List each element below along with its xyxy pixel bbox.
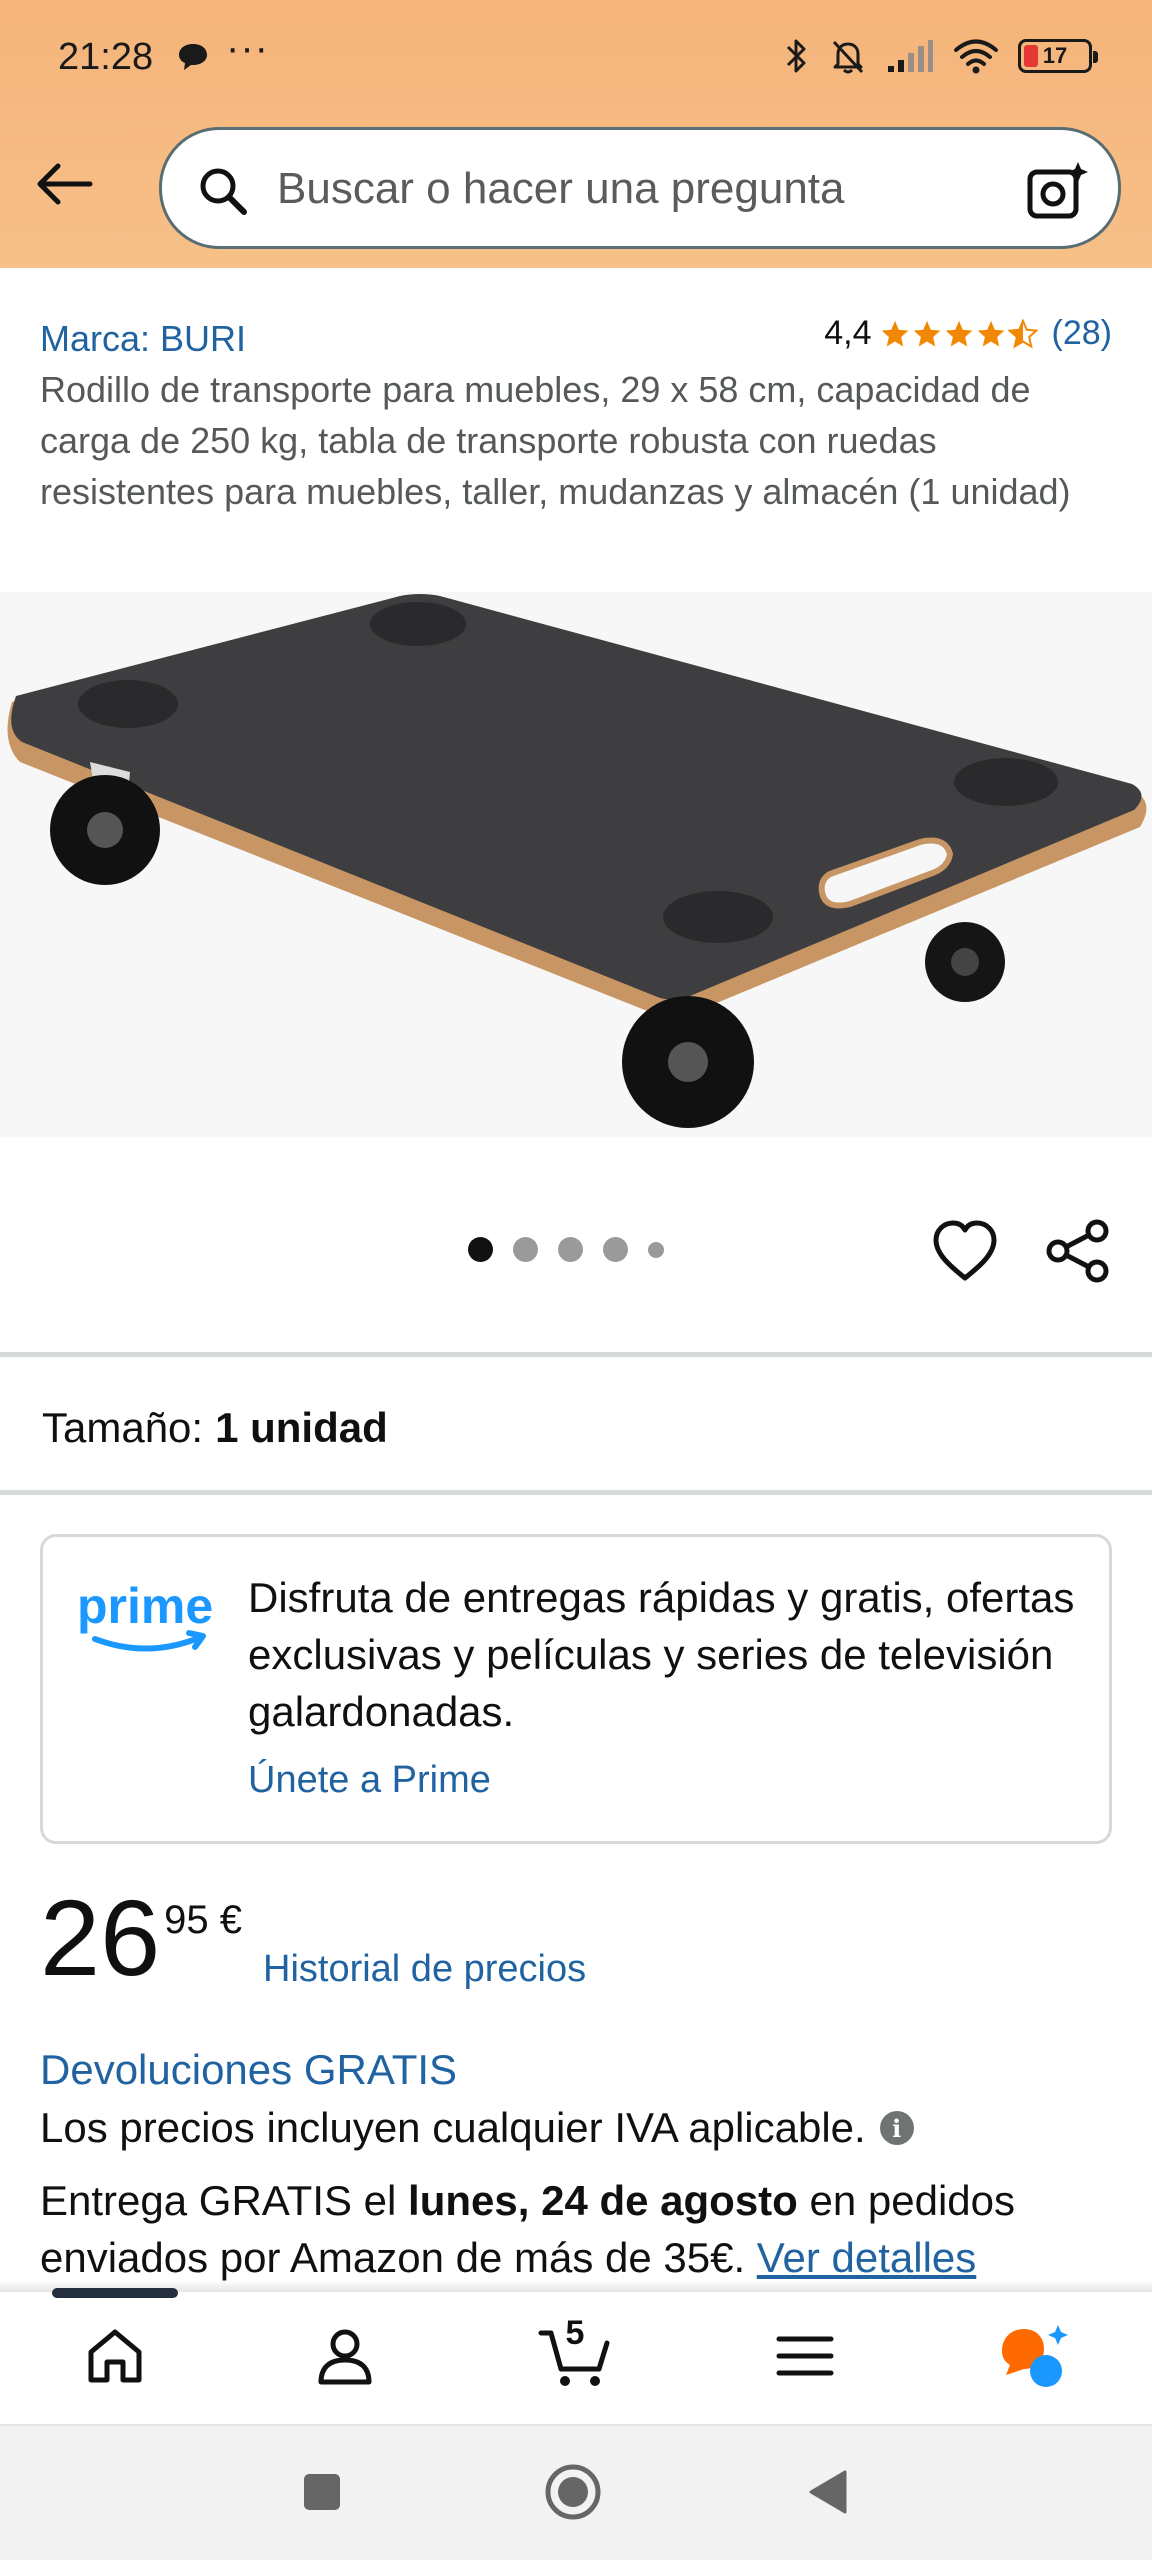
circle-home-icon <box>545 2464 601 2520</box>
nav-cart[interactable]: 5 <box>535 2314 615 2396</box>
vat-text: Los precios incluyen cualquier IVA aplic… <box>40 2104 866 2151</box>
arrow-left-icon <box>37 163 93 205</box>
vat-notice: Los precios incluyen cualquier IVA aplic… <box>40 2104 914 2152</box>
search-bar[interactable] <box>159 127 1121 249</box>
menu-icon <box>776 2336 834 2376</box>
rating-summary[interactable]: 4,4 (28) <box>824 314 1112 353</box>
star-full-icon <box>977 320 1004 346</box>
rating-score: 4,4 <box>824 314 872 352</box>
back-button[interactable] <box>28 148 100 220</box>
product-title: Rodillo de transporte para muebles, 29 x… <box>40 369 1071 512</box>
price-fraction: 95 € <box>164 1898 242 1942</box>
carousel-dot[interactable] <box>513 1237 538 1262</box>
status-bar: 21:28 ··· 17 <box>0 0 1152 115</box>
mute-icon <box>832 40 864 74</box>
carousel-dot[interactable] <box>603 1237 628 1262</box>
wifi-icon <box>954 39 998 74</box>
furniture-dolly-image <box>7 594 1147 1128</box>
recent-apps-button[interactable] <box>290 2460 354 2524</box>
system-icons: 17 <box>784 34 1098 78</box>
home-icon <box>88 2329 142 2383</box>
active-tab-indicator <box>52 2288 178 2298</box>
carousel-dot[interactable] <box>648 1241 664 1258</box>
section-divider <box>0 1490 1152 1495</box>
square-icon <box>304 2474 340 2510</box>
star-full-icon <box>881 320 908 346</box>
carousel-dot[interactable] <box>558 1237 583 1262</box>
price-whole: 26 <box>40 1877 161 1998</box>
account-icon <box>318 2329 372 2385</box>
nav-menu[interactable] <box>765 2316 845 2396</box>
home-system-button[interactable] <box>541 2460 605 2524</box>
section-divider <box>0 1352 1152 1357</box>
info-icon[interactable]: i <box>879 2111 914 2145</box>
prime-logo: prime <box>77 1578 213 1652</box>
delivery-details-link[interactable]: Ver detalles <box>757 2234 976 2281</box>
status-time: 21:28 <box>58 36 154 78</box>
size-label: Tamaño: <box>42 1404 204 1451</box>
carousel-dot[interactable] <box>468 1237 493 1262</box>
star-full-icon <box>945 320 972 346</box>
star-rating <box>880 318 1038 349</box>
nav-home[interactable] <box>75 2316 155 2396</box>
prime-logo-text: prime <box>77 1578 213 1634</box>
share-icon[interactable] <box>1045 1218 1111 1284</box>
size-value: 1 unidad <box>215 1404 388 1451</box>
back-system-button[interactable] <box>795 2460 859 2524</box>
prime-description: Disfruta de entregas rápidas y gratis, o… <box>248 1574 1075 1735</box>
product-image[interactable] <box>0 592 1152 1137</box>
camera-search-icon[interactable] <box>1024 158 1090 224</box>
delivery-date: lunes, 24 de agosto <box>408 2177 798 2224</box>
prime-promo: prime Disfruta de entregas rápidas y gra… <box>40 1534 1112 1844</box>
review-count: (28) <box>1051 314 1112 352</box>
chat-notification-icon <box>179 44 207 70</box>
heart-icon[interactable] <box>930 1218 1000 1284</box>
more-notifications: ··· <box>226 26 269 70</box>
free-returns-link[interactable]: Devoluciones GRATIS <box>40 2046 457 2094</box>
image-carousel-indicator <box>468 1237 664 1262</box>
battery-percent: 17 <box>1042 43 1068 68</box>
cart-count: 5 <box>565 2314 585 2352</box>
bluetooth-icon <box>786 39 806 73</box>
nav-account[interactable] <box>305 2316 385 2396</box>
nav-rufus[interactable] <box>995 2316 1075 2396</box>
brand-link[interactable]: Marca: BURI <box>40 318 246 360</box>
search-icon <box>200 168 247 215</box>
price-history-link[interactable]: Historial de precios <box>263 1948 586 1991</box>
signal-icon <box>888 40 933 72</box>
triangle-back-icon <box>809 2470 847 2514</box>
battery-icon: 17 <box>1018 39 1098 73</box>
delivery-prefix: Entrega GRATIS el <box>40 2177 397 2224</box>
star-full-icon <box>913 320 940 346</box>
search-input[interactable] <box>277 152 977 226</box>
size-selector[interactable]: Tamaño: 1 unidad <box>42 1404 388 1452</box>
star-half-icon <box>1007 318 1038 349</box>
join-prime-link[interactable]: Únete a Prime <box>248 1759 491 1802</box>
delivery-info: Entrega GRATIS el lunes, 24 de agosto en… <box>40 2172 1120 2286</box>
rufus-assistant-icon <box>1002 2325 1068 2387</box>
price: 26 95 € <box>40 1880 242 1996</box>
